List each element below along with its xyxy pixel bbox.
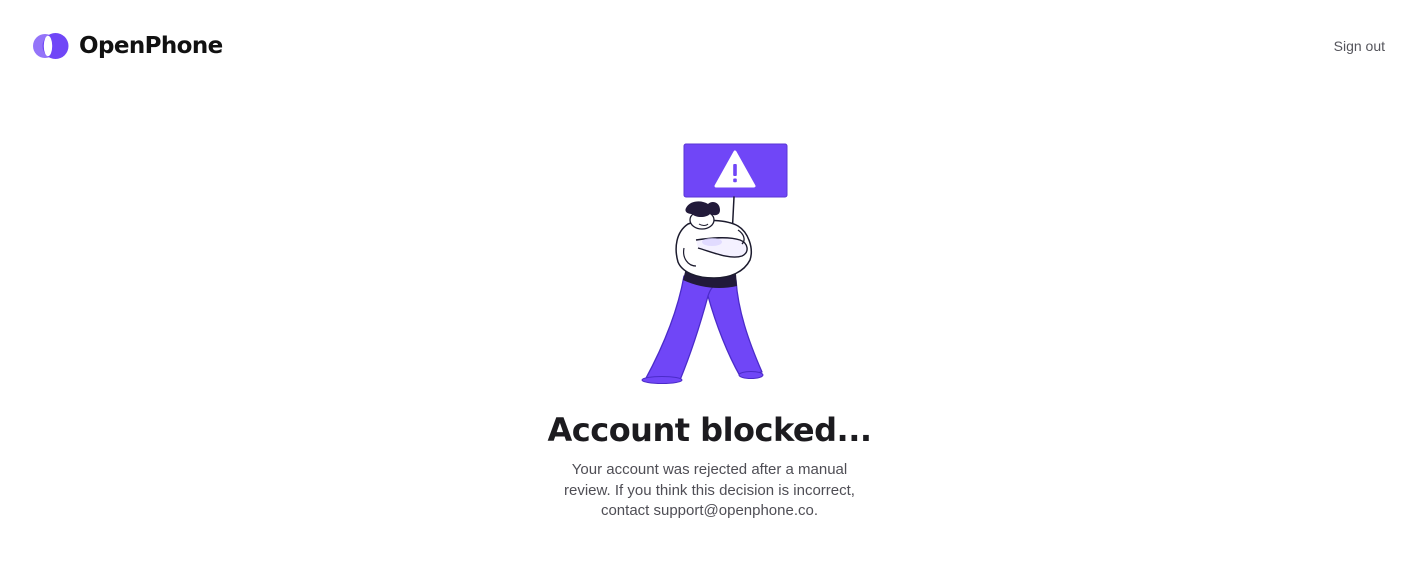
brand[interactable]: OpenPhone — [32, 31, 223, 61]
person-torso — [675, 219, 752, 279]
account-blocked-page: OpenPhone Sign out Account blocked... Yo… — [0, 0, 1419, 583]
openphone-logo-icon — [33, 33, 69, 59]
top-bar: OpenPhone Sign out — [0, 0, 1419, 92]
blocked-message: Your account was rejected after a manual… — [564, 461, 855, 519]
sign-out-link[interactable]: Sign out — [1334, 37, 1385, 55]
page-title: Account blocked... — [547, 411, 872, 449]
blocked-illustration — [636, 140, 796, 386]
brand-name: OpenPhone — [79, 33, 223, 59]
person-legs — [641, 275, 764, 384]
warning-sign-board — [683, 143, 788, 198]
